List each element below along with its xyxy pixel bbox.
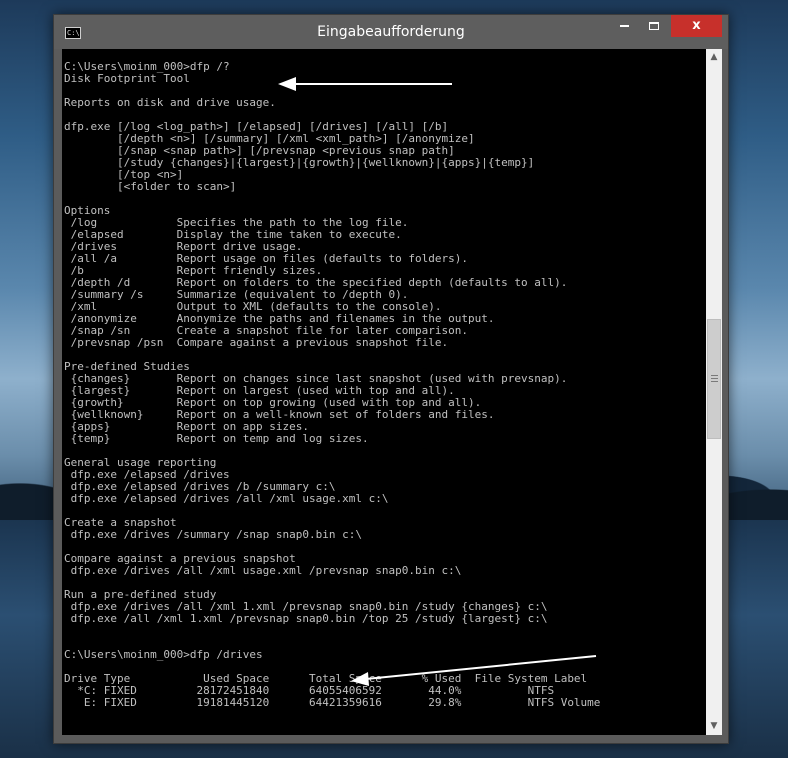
maximize-icon [649,21,659,30]
console-output[interactable]: C:\Users\moinm_000>dfp /? Disk Footprint … [62,49,706,735]
scrollbar-thumb[interactable] [707,319,721,439]
grip-icon [711,375,718,382]
scroll-down-arrow-icon[interactable]: ▼ [706,718,722,735]
annotation-arrows [278,77,597,686]
command-prompt-window: C:\ Eingabeaufforderung x C:\Users\moinm… [53,14,729,744]
arrow-dfp-drives [351,655,597,686]
minimize-button[interactable] [611,15,637,37]
maximize-button[interactable] [641,15,667,37]
arrow-dfp-help [278,77,452,91]
minimize-icon [619,24,629,27]
vertical-scrollbar[interactable]: ▲ ▼ [706,49,722,735]
close-button[interactable]: x [671,15,722,37]
scroll-up-arrow-icon[interactable]: ▲ [706,49,722,66]
close-icon: x [692,18,701,33]
